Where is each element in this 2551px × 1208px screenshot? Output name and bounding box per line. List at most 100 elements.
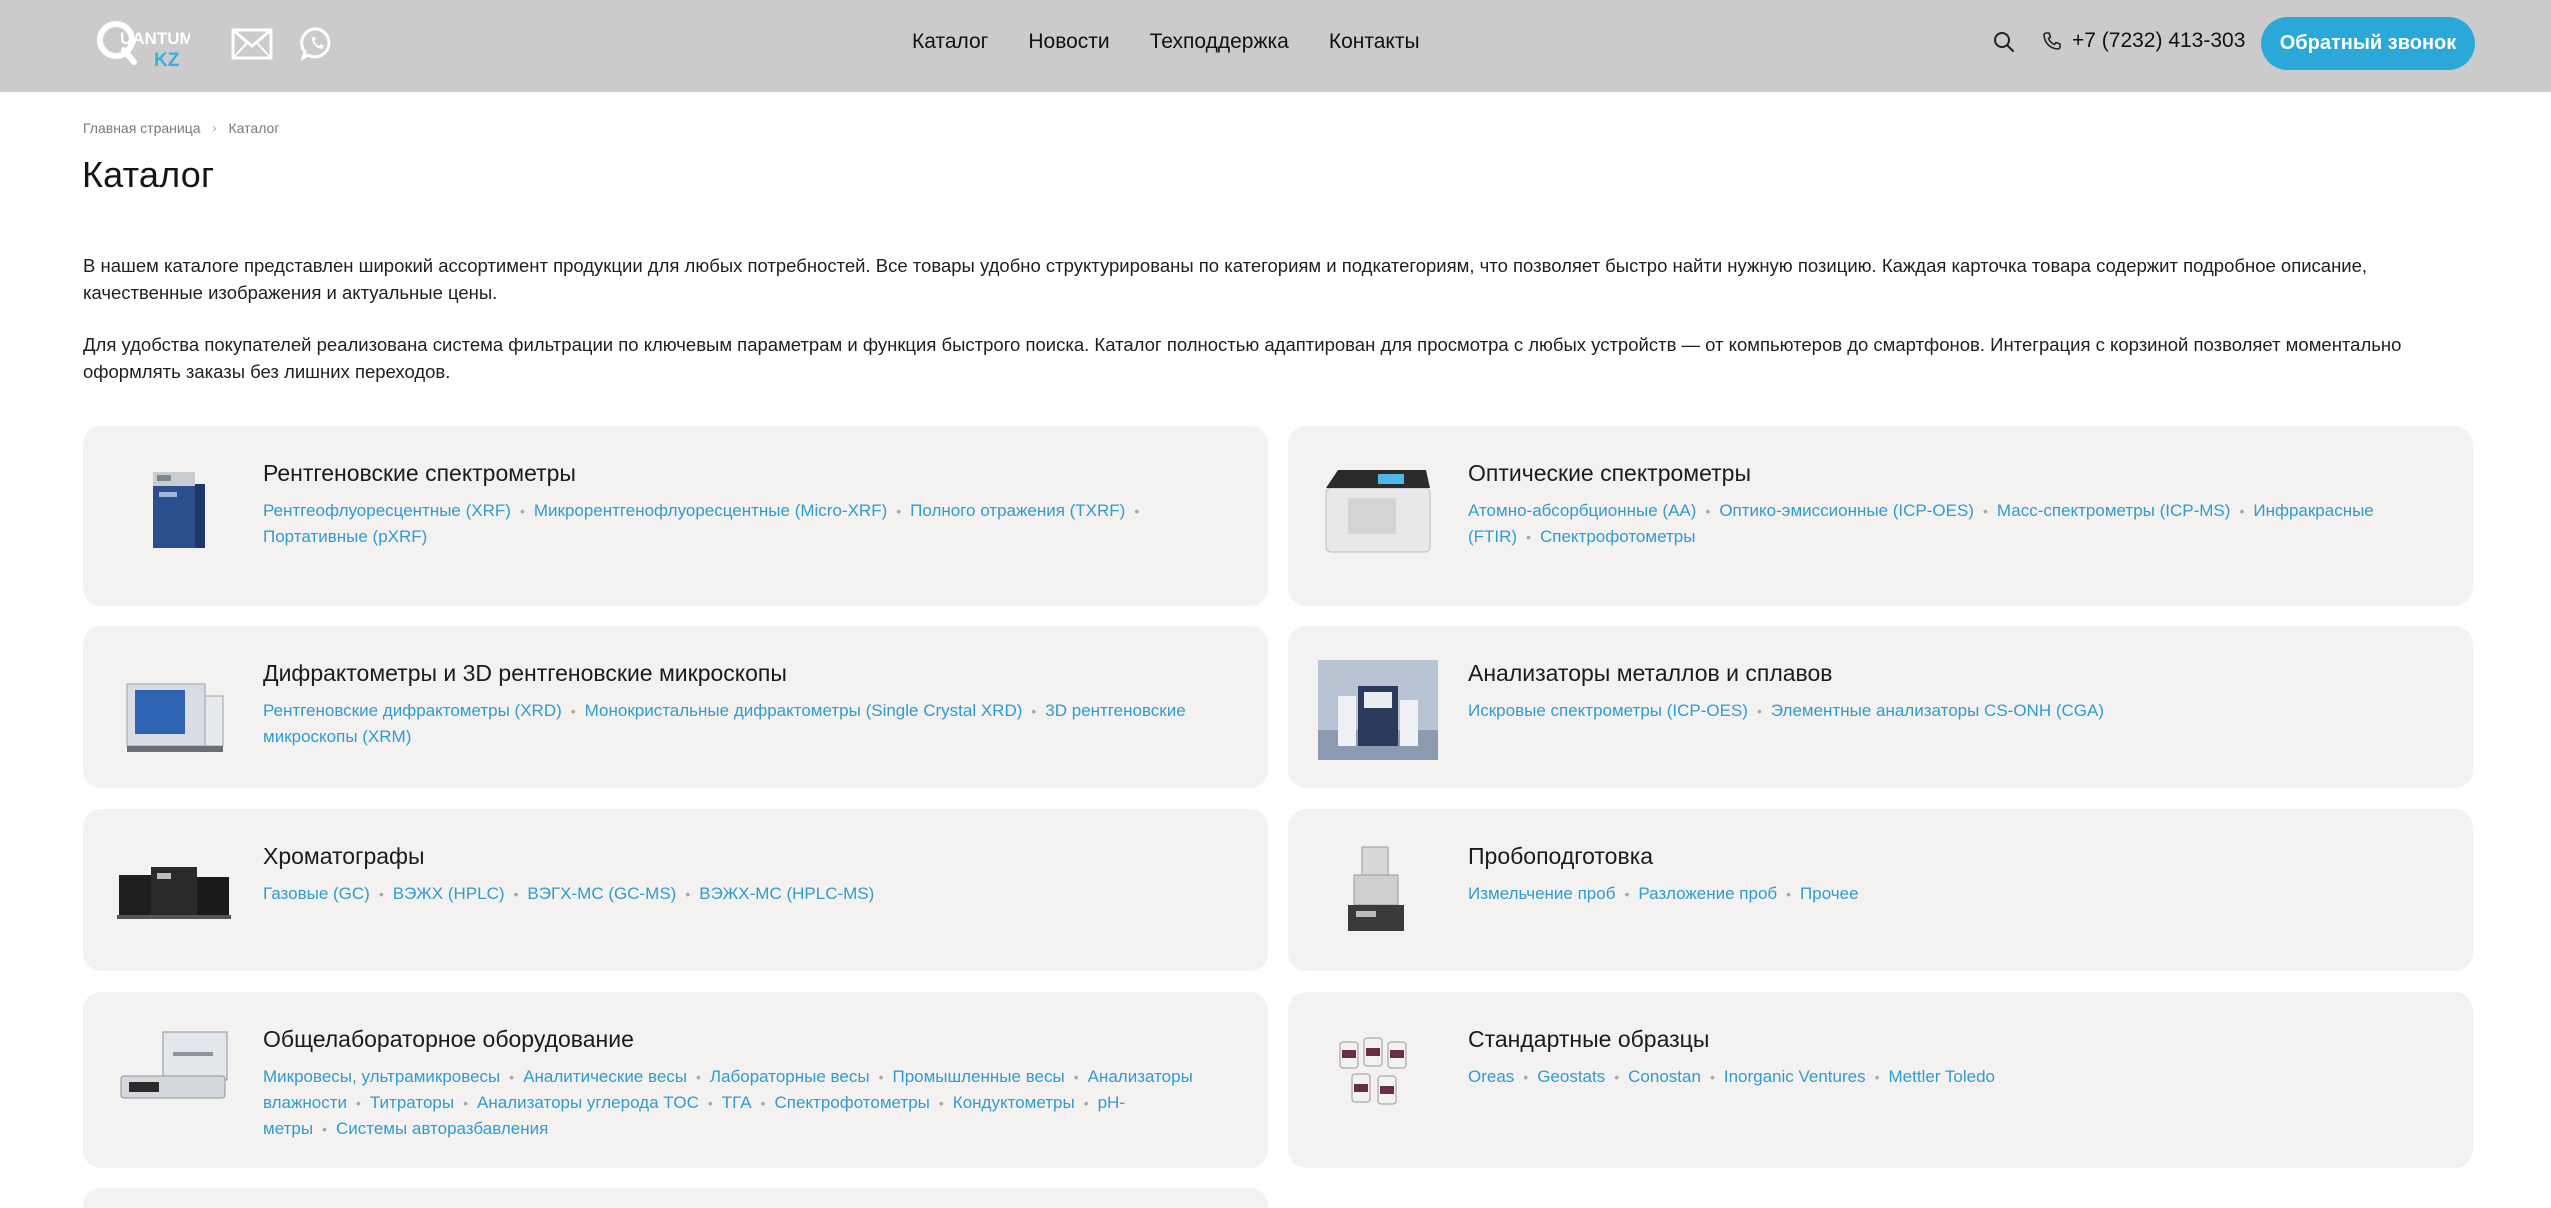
dot-separator: • [1526,529,1531,545]
subcategory-link[interactable]: Оптико-эмиссионные (ICP-OES) [1719,501,1974,520]
subcategory-link[interactable]: Oreas [1468,1067,1514,1086]
subcategory-link[interactable]: Монокристальные дифрактометры (Single Cr… [585,701,1023,720]
category-card-lab-equipment[interactable]: Общелабораторное оборудование Микровесы,… [83,992,1268,1168]
subcategory-link[interactable]: Системы авторазбавления [336,1119,548,1138]
category-card-optical[interactable]: Оптические спектрометры Атомно-абсорбцио… [1288,426,2473,606]
category-links: Oreas • Geostats • Conostan • Inorganic Ventur… [1468,1064,2438,1090]
nav-catalog[interactable]: Каталог [912,30,988,54]
chromatograph-image [117,867,231,919]
dot-separator: • [378,886,384,902]
dot-separator: • [938,1095,944,1111]
subcategory-link[interactable]: Лабораторные весы [710,1067,870,1086]
subcategory-link[interactable]: ВЭЖХ-МС (HPLC-MS) [699,884,874,903]
subcategory-link[interactable]: Рентгеофлуоресцентные (XRF) [263,501,511,520]
subcategory-link[interactable]: Geostats [1537,1067,1605,1086]
subcategory-link[interactable]: ВЭЖХ (HPLC) [393,884,505,903]
subcategory-link[interactable]: Mettler Toledo [1889,1067,1995,1086]
category-title[interactable]: Общелабораторное оборудование [263,1026,634,1053]
search-icon[interactable] [1993,31,2015,53]
breadcrumb-current: Каталог [228,120,280,136]
subcategory-link[interactable]: Микровесы, ультрамикровесы [263,1067,500,1086]
intro-paragraph-1: В нашем каталоге представлен широкий асс… [83,255,2368,303]
dot-separator: • [1705,503,1711,519]
dot-separator: • [1523,1069,1529,1085]
dot-separator: • [1083,1095,1089,1111]
svg-text:UANTUM: UANTUM [120,29,190,48]
optical-spectrometer-image [1325,470,1431,553]
subcategory-link[interactable]: Анализаторы углерода TOC [477,1093,699,1112]
subcategory-link[interactable]: Измельчение проб [1468,884,1615,903]
mail-icon[interactable] [231,24,273,64]
subcategory-link[interactable]: Рентгеновские дифрактометры (XRD) [263,701,562,720]
dot-separator: • [696,1069,701,1085]
xrf-spectrometer-image [153,472,205,548]
subcategory-link[interactable]: Спектрофотометры [1540,527,1695,546]
subcategory-link[interactable]: Аналитические весы [523,1067,687,1086]
category-card-metal-analyzers[interactable]: Анализаторы металлов и сплавов Искровые … [1288,626,2473,788]
dot-separator: • [2239,503,2245,519]
subcategory-link[interactable]: Кондуктометры [953,1093,1075,1112]
subcategory-link[interactable]: Conostan [1628,1067,1701,1086]
diffractometer-image [126,683,224,752]
dot-separator: • [509,1069,515,1085]
sample-prep-image [1348,846,1404,931]
category-title[interactable]: Дифрактометры и 3D рентгеновские микроск… [263,660,787,687]
phone-link[interactable]: +7 (7232) 413-303 [2042,29,2245,53]
dot-separator: • [707,1095,713,1111]
category-title[interactable]: Стандартные образцы [1468,1026,1709,1053]
subcategory-link[interactable]: Полного отражения (TXRF) [910,501,1125,520]
phone-number: +7 (7232) 413-303 [2072,29,2246,52]
category-card-xray[interactable]: Рентгеновские спектрометры Рентгеофлуоре… [83,426,1268,606]
quantum-kz-logo[interactable]: UANTUM KZ [96,14,190,72]
category-card-sample-prep[interactable]: Пробоподготовка Измельчение проб • Разложе… [1288,809,2473,971]
nav-support[interactable]: Техподдержка [1150,30,1289,54]
breadcrumb-separator-icon: › [212,121,217,135]
category-card-diffractometers[interactable]: Дифрактометры и 3D рентгеновские микроск… [83,626,1268,788]
dot-separator: • [513,886,519,902]
subcategory-link[interactable]: Разложение проб [1638,884,1777,903]
dot-separator: • [1031,703,1037,719]
subcategory-link[interactable]: Искровые спектрометры (ICP-OES) [1468,701,1748,720]
category-title[interactable]: Анализаторы металлов и сплавов [1468,660,1833,687]
subcategory-link[interactable]: Прочее [1800,884,1859,903]
nav-news[interactable]: Новости [1028,30,1109,54]
whatsapp-icon[interactable] [300,26,334,62]
subcategory-link[interactable]: Титраторы [370,1093,454,1112]
category-links: Рентгеновские дифрактометры (XRD) • Монокр… [263,698,1233,749]
dot-separator: • [1073,1069,1079,1085]
dot-separator: • [1614,1069,1620,1085]
breadcrumb-home[interactable]: Главная страница [83,120,201,136]
callback-button[interactable]: Обратный звонок [2261,17,2475,70]
category-title[interactable]: Хроматографы [263,843,425,870]
dot-separator: • [1624,886,1630,902]
subcategory-link[interactable]: Атомно-абсорбционные (AA) [1468,501,1696,520]
breadcrumb: Главная страница › Каталог [83,120,279,136]
nav-contacts[interactable]: Контакты [1329,30,1420,54]
subcategory-link[interactable]: Элементные анализаторы CS-ONH (CGA) [1771,701,2104,720]
svg-text:KZ: KZ [154,50,180,71]
subcategory-link[interactable]: Inorganic Ventures [1724,1067,1866,1086]
category-title[interactable]: Оптические спектрометры [1468,460,1751,487]
dot-separator: • [463,1095,469,1111]
dot-separator: • [896,503,902,519]
category-card-chromatographs[interactable]: Хроматографы Газовые (GC) • ВЭЖХ (HPLC) • ВЭ… [83,809,1268,971]
subcategory-link[interactable]: Портативные (pXRF) [263,527,427,546]
phone-icon [2043,32,2061,50]
subcategory-link[interactable]: Спектрофотометры [774,1093,929,1112]
dot-separator: • [356,1095,361,1111]
subcategory-link[interactable]: Газовые (GC) [263,884,370,903]
reference-standards-image [1339,1037,1407,1105]
subcategory-link[interactable]: Промышленные весы [892,1067,1064,1086]
subcategory-link[interactable]: Микрорентгенофлуоресцентные (Micro-XRF) [534,501,887,520]
subcategory-link[interactable]: Масс-спектрометры (ICP-MS) [1997,501,2231,520]
dot-separator: • [322,1121,327,1137]
dot-separator: • [878,1069,884,1085]
dot-separator: • [1874,1069,1880,1085]
category-title[interactable]: Рентгеновские спектрометры [263,460,576,487]
category-links: Рентгеофлуоресцентные (XRF) • Микрорентген… [263,498,1233,549]
dot-separator: • [570,703,576,719]
subcategory-link[interactable]: ТГА [722,1093,752,1112]
category-card-reference-standards[interactable]: Стандартные образцы Oreas • Geostats • Conos… [1288,992,2473,1168]
subcategory-link[interactable]: ВЭГХ-МС (GC-MS) [527,884,676,903]
category-title[interactable]: Пробоподготовка [1468,843,1653,870]
